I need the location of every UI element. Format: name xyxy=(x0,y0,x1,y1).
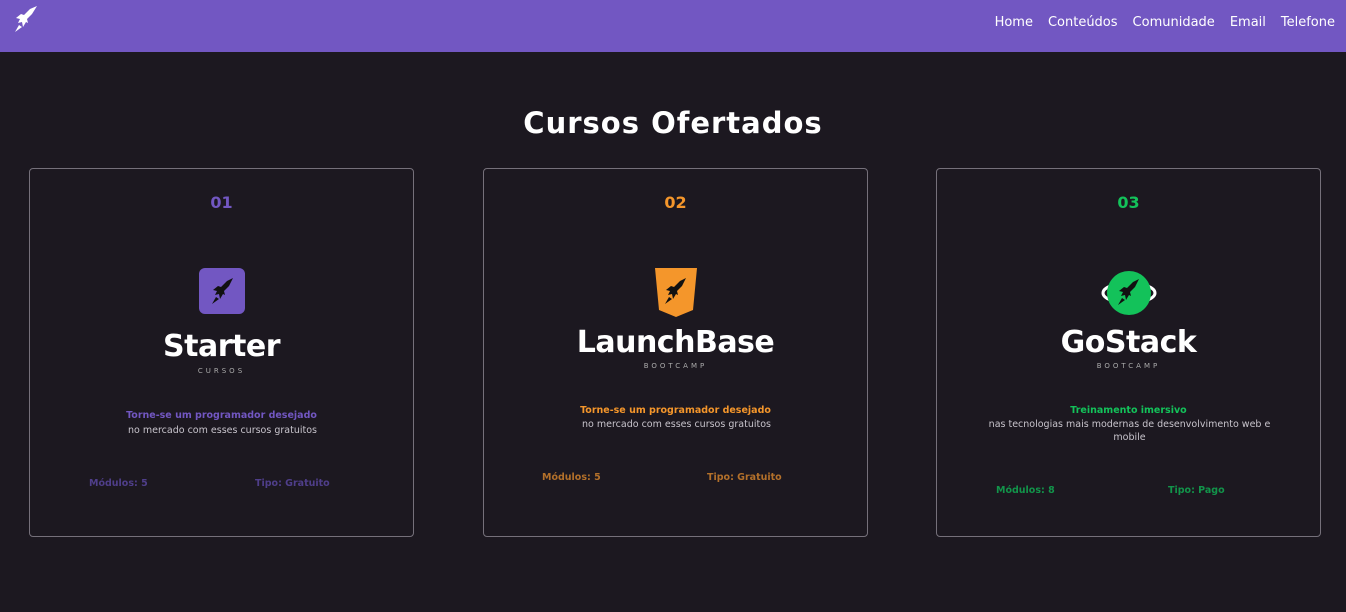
course-card-starter[interactable]: 01 Starter CURSOS Torne-se um programado… xyxy=(29,168,414,537)
nav-conteudos-link[interactable]: Conteúdos xyxy=(1048,15,1118,30)
launchbase-logo-icon xyxy=(654,268,697,317)
page-title: Cursos Ofertados xyxy=(523,106,823,140)
course-type: Tipo: Gratuito xyxy=(255,478,330,489)
course-modules: Módulos: 5 xyxy=(542,472,601,483)
course-description: no mercado com esses cursos gratuitos xyxy=(582,419,771,430)
course-name: Starter xyxy=(163,329,280,364)
course-description: nas tecnologias mais modernas de desenvo… xyxy=(988,419,1271,443)
course-name: LaunchBase xyxy=(576,325,775,360)
course-type: Tipo: Gratuito xyxy=(707,472,782,483)
gostack-logo-icon xyxy=(1101,271,1156,315)
course-card-gostack[interactable]: 03 GoStack BOOTCAMP Treinamento imersivo… xyxy=(936,168,1321,537)
course-subtitle: CURSOS xyxy=(197,367,246,375)
nav-email-link[interactable]: Email xyxy=(1230,15,1266,30)
course-modules: Módulos: 8 xyxy=(996,485,1055,496)
course-type: Tipo: Pago xyxy=(1168,485,1225,496)
course-highlight: Torne-se um programador desejado xyxy=(580,405,771,416)
course-subtitle: BOOTCAMP xyxy=(643,362,708,370)
card-number: 01 xyxy=(210,193,233,212)
course-highlight: Torne-se um programador desejado xyxy=(126,410,317,421)
nav-comunidade-link[interactable]: Comunidade xyxy=(1133,15,1215,30)
course-subtitle: BOOTCAMP xyxy=(1096,362,1161,370)
card-number: 02 xyxy=(664,193,687,212)
course-name: GoStack xyxy=(1060,325,1197,360)
course-modules: Módulos: 5 xyxy=(89,478,148,489)
card-number: 03 xyxy=(1117,193,1140,212)
rocketseat-logo-icon[interactable] xyxy=(13,5,39,33)
starter-logo-icon xyxy=(198,268,245,314)
course-card-launchbase[interactable]: 02 LaunchBase BOOTCAMP Torne-se um progr… xyxy=(483,168,868,537)
course-description: no mercado com esses cursos gratuitos xyxy=(128,425,317,436)
top-navbar: Home Conteúdos Comunidade Email Telefone xyxy=(0,0,1346,52)
course-highlight: Treinamento imersivo xyxy=(1070,405,1187,416)
nav-home-link[interactable]: Home xyxy=(995,15,1033,30)
nav-telefone-link[interactable]: Telefone xyxy=(1281,15,1335,30)
main-nav: Home Conteúdos Comunidade Email Telefone xyxy=(995,15,1335,30)
